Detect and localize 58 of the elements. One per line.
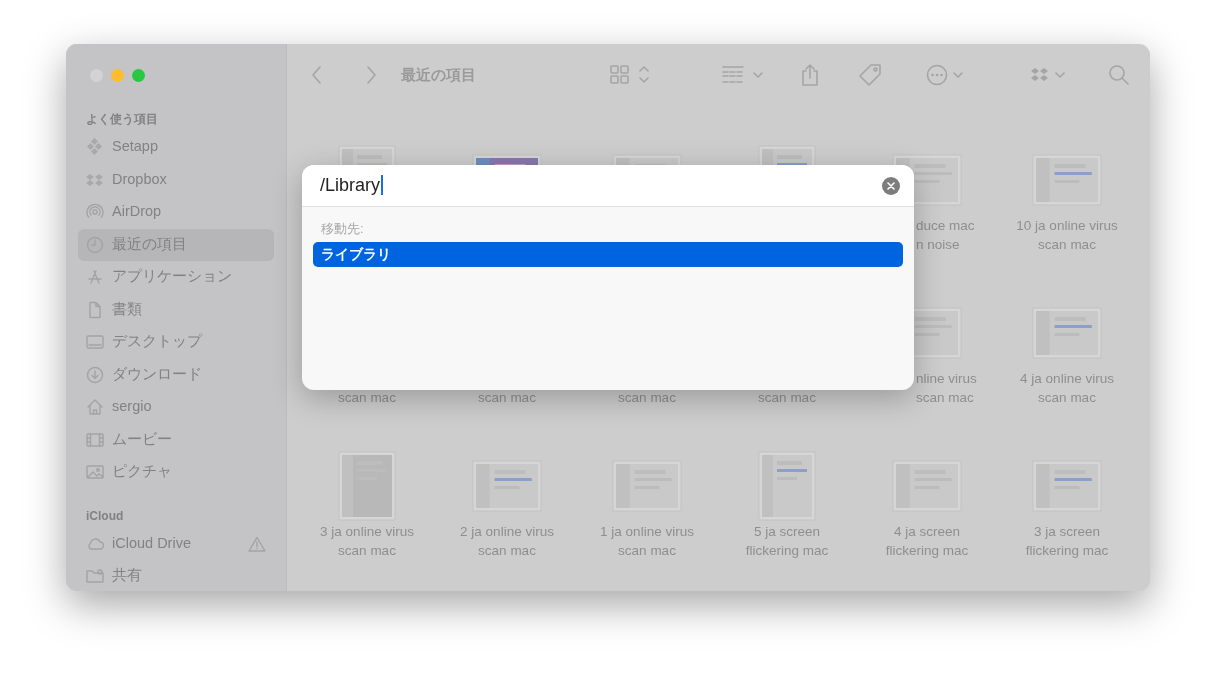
section-header: よく使う項目 — [85, 111, 159, 128]
result-item[interactable]: ライブラリ — [313, 241, 903, 267]
file-name[interactable]: 3 ja online virus — [297, 522, 437, 541]
file-name[interactable]: 4 ja online virus — [997, 369, 1137, 388]
close-icon — [887, 181, 895, 190]
sidebar-item[interactable]: sergio — [78, 391, 274, 424]
section-header: iCloud — [85, 507, 125, 525]
file-name[interactable]: 2 ja online virus — [437, 522, 577, 541]
file-name[interactable]: 4 ja screen — [857, 522, 997, 541]
photo-icon — [86, 463, 104, 482]
shared-folder-icon — [86, 567, 104, 586]
file-name[interactable]: duce mac — [916, 216, 997, 235]
download-icon — [86, 365, 104, 384]
file-name[interactable]: scan mac — [437, 388, 577, 407]
search-icon[interactable] — [1108, 64, 1130, 86]
tag-icon[interactable] — [858, 63, 882, 87]
file-name[interactable]: scan mac — [577, 541, 717, 560]
sidebar-item[interactable]: アプリケーション — [78, 261, 274, 294]
file-name[interactable]: scan mac — [916, 388, 997, 407]
file-name[interactable]: flickering mac — [997, 541, 1137, 560]
file-name[interactable]: scan mac — [997, 235, 1137, 254]
group-icon[interactable] — [722, 65, 766, 85]
sidebar-item[interactable]: ダウンロード — [78, 358, 274, 391]
sidebar-item[interactable]: デスクトップ — [78, 326, 274, 359]
film-icon — [86, 430, 104, 449]
file-name[interactable]: scan mac — [297, 388, 437, 407]
home-icon — [86, 398, 104, 417]
back-icon[interactable] — [311, 65, 323, 85]
file-name[interactable]: scan mac — [297, 541, 437, 560]
file-name[interactable]: scan mac — [717, 388, 857, 407]
section-label: 移動先: — [320, 220, 365, 238]
file-name[interactable]: flickering mac — [857, 541, 997, 560]
sidebar-item[interactable]: Setapp — [78, 131, 274, 164]
file-name[interactable]: scan mac — [437, 541, 577, 560]
file-name[interactable]: flickering mac — [717, 541, 857, 560]
file-name[interactable]: nline virus — [916, 369, 997, 388]
sidebar-item[interactable]: ピクチャ — [78, 456, 274, 489]
zoom-button[interactable] — [132, 68, 145, 82]
file-name[interactable]: scan mac — [997, 388, 1137, 407]
sidebar-item[interactable]: ムービー — [78, 423, 274, 456]
file-name[interactable]: n noise — [916, 235, 997, 254]
file-name[interactable]: 1 ja online virus — [577, 522, 717, 541]
sidebar-item[interactable]: 書類 — [78, 293, 274, 326]
clear-button[interactable] — [882, 176, 900, 195]
diamonds-icon — [86, 138, 104, 157]
file-name[interactable]: 5 ja screen — [717, 522, 857, 541]
share-icon[interactable] — [800, 63, 820, 87]
sidebar-item[interactable]: AirDrop — [78, 196, 274, 229]
sidebar-item[interactable]: Dropbox — [78, 163, 274, 196]
sidebar-item[interactable]: 共有 — [78, 560, 274, 591]
sidebar-item[interactable]: iCloud Drive — [78, 527, 274, 560]
minimize-button[interactable] — [111, 68, 124, 82]
file-name[interactable]: 10 ja online virus — [997, 216, 1137, 235]
file-name[interactable]: scan mac — [577, 388, 717, 407]
forward-icon[interactable] — [365, 65, 377, 85]
file-name[interactable]: 3 ja screen — [997, 522, 1137, 541]
document-icon — [86, 300, 104, 319]
desktop-icon — [86, 333, 104, 352]
